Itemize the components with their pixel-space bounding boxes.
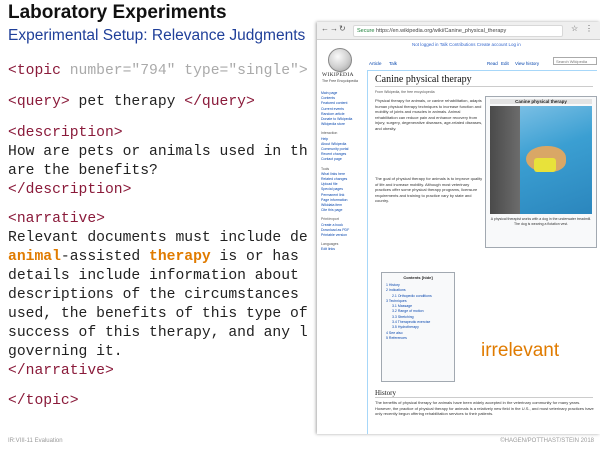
dog-hydrotherapy-photo[interactable] — [490, 106, 592, 214]
article-source-line: From Wikipedia, the free encyclopedia — [375, 90, 435, 94]
sidebar-nav: Main page Contents Featured content Curr… — [321, 91, 352, 253]
infobox-caption: A physical therapist works with a dog in… — [490, 217, 592, 226]
tab-talk[interactable]: Talk — [389, 61, 397, 66]
footer-left: IR:VIII-11 Evaluation — [8, 438, 63, 444]
narrative-line: animal-assisted therapy is or has — [8, 249, 299, 265]
star-icon[interactable]: ☆ — [571, 24, 578, 33]
menu-icon[interactable]: ⋮ — [585, 24, 593, 33]
table-of-contents: Contents [hide] 1 History 2 Indications … — [381, 272, 455, 382]
narrative-line: details include information about — [8, 268, 299, 284]
sidebar-item[interactable]: Wikipedia store — [321, 122, 352, 127]
footer-right: ©HAGEN/POTTHAST/STEIN 2018 — [500, 438, 594, 444]
secure-label: Secure — [357, 28, 375, 34]
forward-icon[interactable]: → — [330, 24, 338, 33]
tab-edit[interactable]: Edit — [501, 61, 509, 66]
wikipedia-wordmark: WIKIPEDIA — [322, 72, 354, 78]
sidebar-item[interactable]: Cite this page — [321, 208, 352, 213]
browser-window: ← → ↻ Secure https://en.wikipedia.org/wi… — [317, 22, 600, 434]
slide-title: Laboratory Experiments — [8, 2, 227, 23]
narrative-line: success of this therapy, and any l — [8, 325, 308, 341]
toc-item[interactable]: 5 References — [386, 336, 432, 341]
narrative-close-tag: </narrative> — [8, 363, 114, 379]
wikipedia-globe-icon[interactable] — [328, 48, 352, 72]
sidebar-item[interactable]: Printable version — [321, 233, 352, 238]
topic-open-line: <topic number="794" type="single"> — [8, 63, 308, 79]
description-open-tag: <description> — [8, 125, 123, 141]
article-paragraph: Physical therapy for animals, or canine … — [375, 98, 483, 131]
therapist-figure — [490, 106, 520, 214]
reload-icon[interactable]: ↻ — [339, 24, 346, 33]
query-line: <query> pet therapy </query> — [8, 94, 255, 110]
narrative-line: Relevant documents must include de — [8, 230, 308, 246]
narrative-line: descriptions of the circumstances — [8, 287, 299, 303]
narrative-line: governing it. — [8, 344, 123, 360]
back-icon[interactable]: ← — [321, 24, 329, 33]
history-paragraph: The benefits of physical therapy for ani… — [375, 400, 594, 416]
history-heading: History — [375, 389, 593, 398]
infobox-title: Canine physical therapy — [490, 99, 592, 104]
url-text: https://en.wikipedia.org/wiki/Canine_phy… — [375, 28, 507, 34]
topic-attributes: number="794" type="single"> — [60, 63, 308, 79]
toc-title[interactable]: Contents [hide] — [382, 275, 454, 280]
description-line: are the benefits? — [8, 163, 158, 179]
description-line: How are pets or animals used in th — [8, 144, 308, 160]
sidebar-item[interactable]: Edit links — [321, 247, 352, 252]
topic-close-tag: </topic> — [8, 393, 79, 409]
highlight-animal: animal — [8, 249, 61, 265]
url-input[interactable]: Secure https://en.wikipedia.org/wiki/Can… — [353, 25, 563, 37]
article-paragraph: The goal of physical therapy for animals… — [375, 176, 483, 203]
sidebar-item[interactable]: Contact page — [321, 157, 352, 162]
tab-view-history[interactable]: View history — [515, 61, 539, 66]
infobox: Canine physical therapy A physical thera… — [485, 96, 597, 248]
query-text: pet therapy — [69, 94, 185, 110]
flotation-vest — [534, 158, 556, 172]
query-close-tag: </query> — [184, 94, 255, 110]
tab-read[interactable]: Read — [487, 61, 498, 66]
user-links[interactable]: Not logged in Talk Contributions Create … — [412, 42, 521, 47]
tab-article[interactable]: Article — [369, 61, 382, 66]
narrative-line: used, the benefits of this type of — [8, 306, 308, 322]
irrelevant-label: irrelevant — [481, 340, 560, 361]
wikipedia-tagline: The Free Encyclopedia — [322, 79, 358, 83]
narrative-open-tag: <narrative> — [8, 211, 105, 227]
topic-open-tag: <topic — [8, 63, 61, 79]
highlight-therapy: therapy — [149, 249, 211, 265]
address-bar: ← → ↻ Secure https://en.wikipedia.org/wi… — [317, 22, 600, 40]
article-title: Canine physical therapy — [375, 74, 593, 87]
description-close-tag: </description> — [8, 182, 132, 198]
slide-subtitle: Experimental Setup: Relevance Judgments — [8, 27, 306, 44]
search-input[interactable]: Search Wikipedia — [553, 57, 597, 65]
query-open-tag: <query> — [8, 94, 70, 110]
